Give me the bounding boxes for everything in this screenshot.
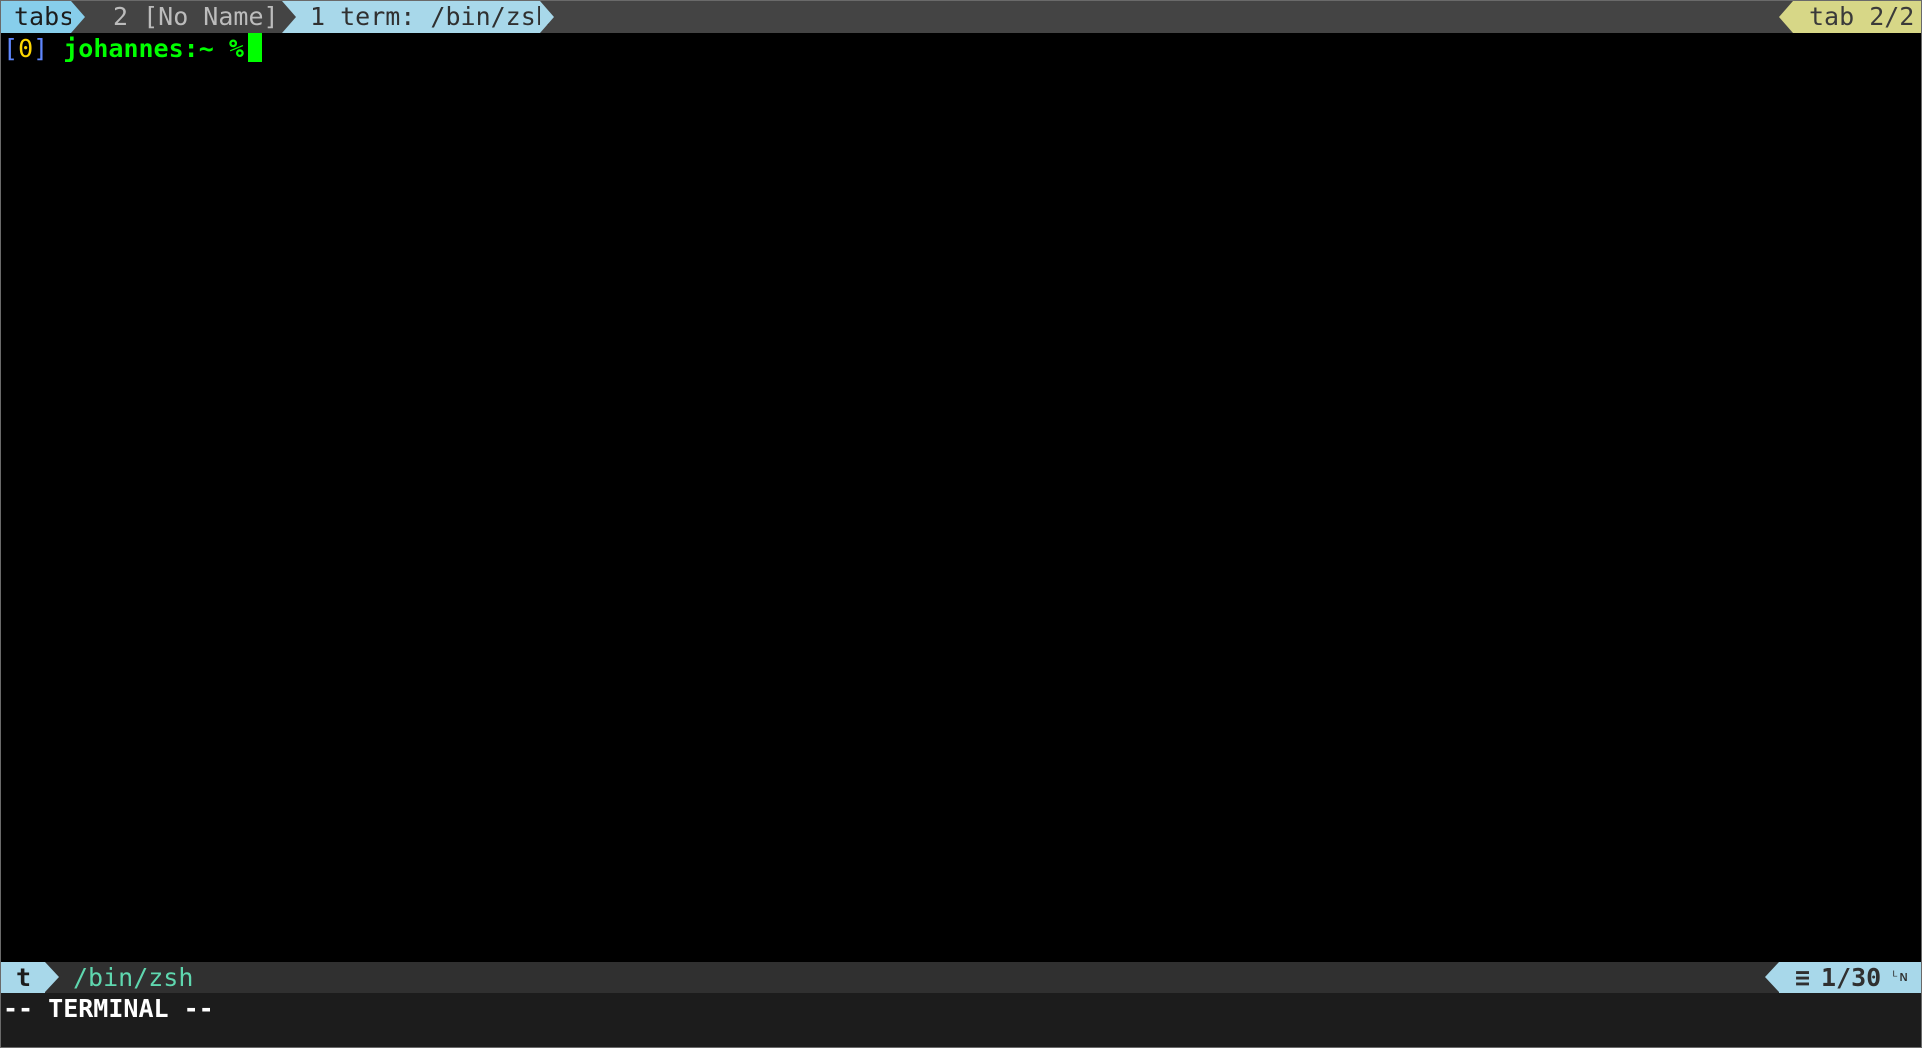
- prompt-bracket-open: [: [3, 34, 19, 63]
- prompt-index: 0: [18, 34, 34, 63]
- terminal-cursor: [247, 33, 262, 62]
- tab-term-zsh[interactable]: 1 term: /bin/zsh: [296, 1, 551, 33]
- line-number-icon: ᴸɴ: [1891, 969, 1908, 985]
- buffer-path: /bin/zsh: [73, 963, 194, 992]
- tabline: tabs 2 [No Name] 1 term: /bin/zsh tab 2/…: [1, 1, 1921, 33]
- position-separator-icon: [1765, 962, 1779, 992]
- line-position: 1/30: [1821, 963, 1882, 992]
- tab-active-right-separator-icon: [540, 1, 554, 33]
- tab-active-left-separator-icon: [282, 1, 296, 33]
- mode-message: -- TERMINAL --: [3, 994, 214, 1023]
- command-line[interactable]: -- TERMINAL --: [1, 993, 1921, 1047]
- tab-term-zsh-label: 1 term: /bin/zsh: [310, 2, 551, 31]
- statusline: t /bin/zsh ≡ 1/30 ᴸɴ: [1, 962, 1921, 993]
- tab-count-separator-icon: [1779, 1, 1793, 33]
- tab-no-name-label: 2 [No Name]: [113, 2, 279, 31]
- tab-count: tab 2/2: [1809, 2, 1915, 31]
- vim-window: tabs 2 [No Name] 1 term: /bin/zsh tab 2/…: [0, 0, 1922, 1048]
- prompt-bracket-close: ]: [33, 34, 49, 63]
- tabs-label-separator-icon: [71, 1, 85, 33]
- tab-no-name[interactable]: 2 [No Name]: [85, 1, 281, 33]
- tabs-label: tabs: [14, 2, 75, 31]
- mode-segment: t: [1, 962, 45, 993]
- tab-count-segment: tab 2/2: [1793, 1, 1921, 33]
- shell-prompt: [0] johannes:~ %: [3, 33, 262, 64]
- terminal-buffer[interactable]: [0] johannes:~ %: [1, 33, 1921, 962]
- position-segment: ≡ 1/30 ᴸɴ: [1779, 962, 1921, 993]
- tabs-label-segment: tabs: [1, 1, 75, 33]
- mode-separator-icon: [45, 962, 59, 992]
- line-position-icon: ≡: [1795, 963, 1811, 992]
- prompt-text: johannes:~ %: [63, 34, 244, 63]
- mode-indicator: t: [16, 963, 32, 992]
